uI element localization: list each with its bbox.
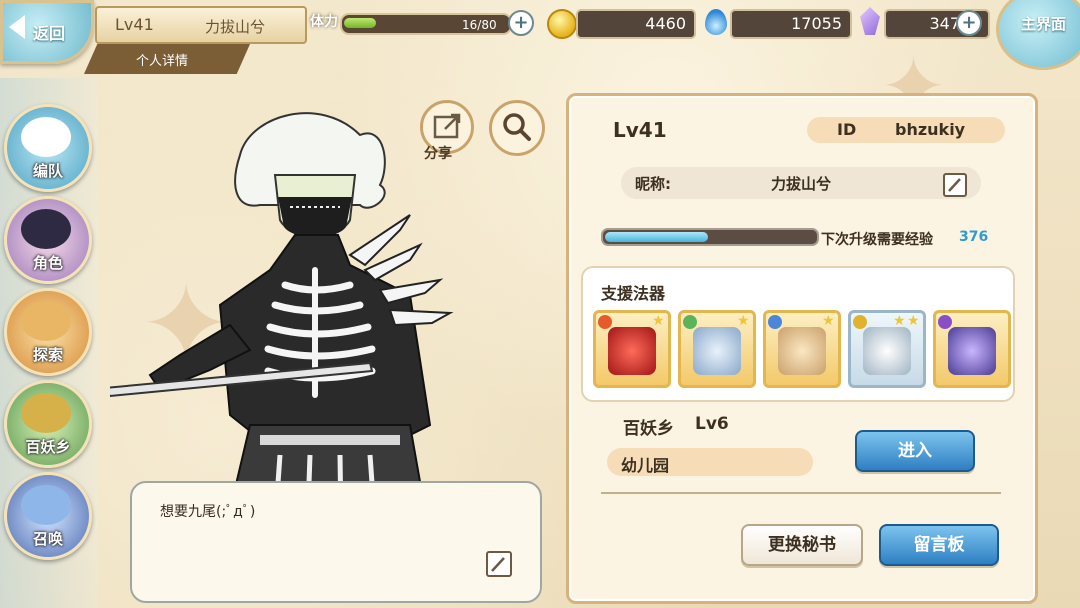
scroll-icon xyxy=(21,301,71,341)
sidebar-item-label: 角色 xyxy=(32,254,63,272)
coin-icon xyxy=(547,9,577,39)
divider xyxy=(601,492,1001,494)
village-level: Lv6 xyxy=(695,414,729,434)
pencil-icon xyxy=(948,178,961,192)
sidebar-item-team[interactable]: 编队 xyxy=(4,104,92,192)
exp-label: 下次升级需要经验 xyxy=(821,232,933,248)
silver-ring-icon xyxy=(863,327,911,375)
add-stamina-button[interactable]: + xyxy=(508,10,534,36)
back-button[interactable]: 返回 xyxy=(0,0,94,64)
message-board-button[interactable]: 留言板 xyxy=(879,524,999,566)
soul-fire-value: 17055 xyxy=(791,14,842,33)
stamina-fill xyxy=(344,18,376,28)
character-icon xyxy=(21,209,71,249)
star-icon: ★ xyxy=(893,313,906,329)
coins-value: 4460 xyxy=(645,14,686,33)
village-name: 幼儿园 xyxy=(621,456,670,475)
support-item-1[interactable]: ★ xyxy=(593,310,671,388)
star-icon: ★ xyxy=(907,313,920,329)
silver-brooch-icon xyxy=(693,327,741,375)
support-title: 支援法器 xyxy=(601,284,666,303)
exp-bar xyxy=(601,228,819,246)
purple-sword-icon xyxy=(948,327,996,375)
sidebar-item-label: 编队 xyxy=(32,162,63,180)
village-icon xyxy=(21,393,71,433)
player-name: 力拔山兮 xyxy=(205,18,266,36)
star-icon: ★ xyxy=(822,313,835,329)
sidebar-item-explore[interactable]: 探索 xyxy=(4,288,92,376)
village-label: 百妖乡 xyxy=(623,419,674,439)
nickname-value: 力拔山兮 xyxy=(771,175,832,193)
id-value: bhzukiy xyxy=(895,120,966,139)
enter-village-button[interactable]: 进入 xyxy=(855,430,975,472)
red-orb-icon xyxy=(608,327,656,375)
back-label: 返回 xyxy=(33,24,66,43)
player-id: ID bhzukiy xyxy=(807,117,1005,143)
sidebar-item-summon[interactable]: 召唤 xyxy=(4,472,92,560)
edit-speech-button[interactable] xyxy=(486,551,512,577)
star-icon: ★ xyxy=(737,313,750,329)
player-level: Lv41 xyxy=(115,15,154,34)
element-icon xyxy=(853,315,867,329)
tab-label: 个人详情 xyxy=(136,54,189,69)
element-icon xyxy=(938,315,952,329)
player-info-plate: Lv41 力拔山兮 xyxy=(95,6,307,44)
support-items-section: 支援法器 ★ ★ ★ ★ ★ xyxy=(581,266,1015,402)
profile-panel: Lv41 ID bhzukiy 昵称: 力拔山兮 下次升级需要经验 376 支援… xyxy=(566,93,1038,604)
sidebar-item-characters[interactable]: 角色 xyxy=(4,196,92,284)
profile-level: Lv41 xyxy=(613,118,667,142)
nickname-field: 昵称: 力拔山兮 xyxy=(621,167,981,199)
element-icon xyxy=(683,315,697,329)
sidebar-item-yokai-village[interactable]: 百妖乡 xyxy=(4,380,92,468)
nickname-label: 昵称: xyxy=(635,175,671,193)
back-arrow-icon xyxy=(9,15,25,39)
element-icon xyxy=(598,315,612,329)
pencil-icon xyxy=(491,557,505,572)
tab-personal-details[interactable]: 个人详情 xyxy=(84,44,250,74)
share-label: 分享 xyxy=(424,146,452,162)
stamina-label: 体力 xyxy=(310,14,338,30)
home-label: 主界面 xyxy=(1021,15,1067,33)
potion-bottle-icon xyxy=(778,327,826,375)
change-secretary-button[interactable]: 更换秘书 xyxy=(741,524,863,566)
team-icon xyxy=(21,117,71,157)
exp-value: 376 xyxy=(959,229,989,245)
add-crystals-button[interactable]: + xyxy=(956,10,982,36)
stamina-value: 16/80 xyxy=(462,18,497,32)
coins-display: 4460 xyxy=(576,9,696,39)
support-item-4[interactable]: ★ ★ xyxy=(848,310,926,388)
sidebar-item-label: 召唤 xyxy=(32,530,63,548)
exp-fill xyxy=(605,232,708,242)
sidebar: 编队 角色 探索 百妖乡 召唤 xyxy=(0,78,98,608)
speech-bubble: 想要九尾(;ﾟдﾟ) xyxy=(130,481,542,603)
star-icon: ★ xyxy=(652,313,665,329)
search-icon xyxy=(503,113,531,141)
sidebar-item-label: 探索 xyxy=(32,346,63,364)
village-name-pill: 幼儿园 xyxy=(607,448,813,476)
support-item-2[interactable]: ★ xyxy=(678,310,756,388)
zoom-button[interactable] xyxy=(489,100,545,156)
support-item-5[interactable] xyxy=(933,310,1011,388)
edit-nickname-button[interactable] xyxy=(943,173,967,197)
element-icon xyxy=(768,315,782,329)
id-label: ID xyxy=(837,120,857,139)
support-item-3[interactable]: ★ xyxy=(763,310,841,388)
summon-icon xyxy=(21,485,71,525)
speech-text: 想要九尾(;ﾟдﾟ) xyxy=(160,504,256,520)
sidebar-item-label: 百妖乡 xyxy=(25,438,71,456)
soul-fire-display: 17055 xyxy=(730,9,852,39)
soul-fire-icon xyxy=(705,9,727,35)
